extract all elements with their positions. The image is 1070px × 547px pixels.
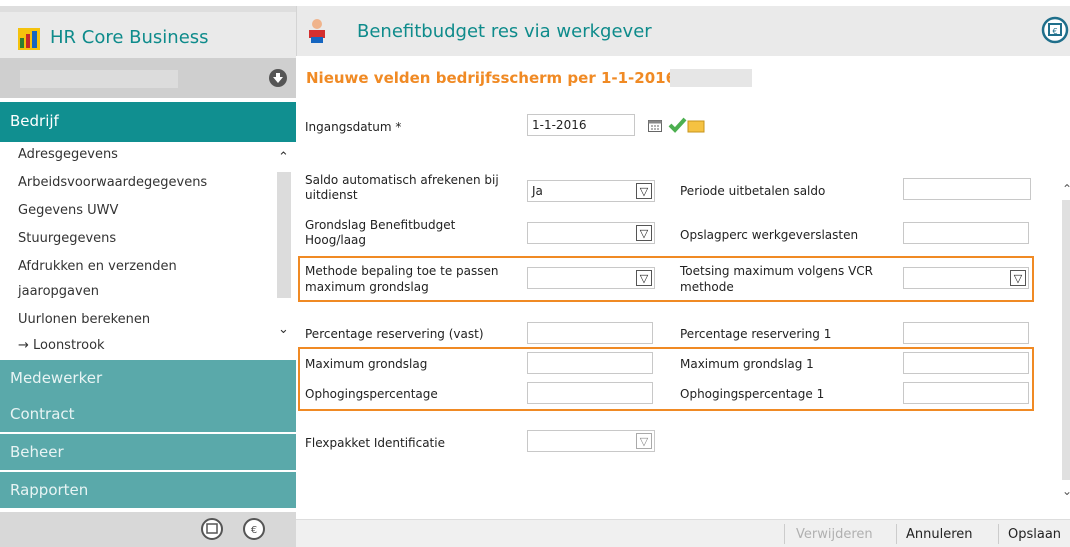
ingangsdatum-label: Ingangsdatum * [305, 120, 402, 134]
perc-vast-input[interactable] [527, 322, 653, 344]
nav-rapporten-label: Rapporten [10, 481, 89, 499]
sidebar-section-bedrijf[interactable]: Bedrijf [0, 102, 296, 142]
sidebar-item-loonstrook[interactable]: → Loonstrook [18, 338, 105, 353]
divider [784, 524, 785, 544]
calendar-icon[interactable] [648, 119, 662, 132]
saldo-label-2: uitdienst [305, 188, 358, 202]
app-logo-icon [18, 28, 40, 50]
saldo-select[interactable]: Ja ▽ [527, 180, 655, 202]
toetsing-label-1: Toetsing maximum volgens VCR [680, 264, 873, 278]
sidebar-scrollbar[interactable] [277, 172, 291, 298]
methode-select[interactable]: ▽ [527, 267, 655, 289]
ingangsdatum-input[interactable]: 1-1-2016 [527, 114, 635, 136]
search-field[interactable] [20, 70, 178, 88]
saldo-value: Ja [532, 184, 543, 198]
apply-folder-icon[interactable] [668, 116, 708, 134]
methode-label-1: Methode bepaling toe te passen [305, 264, 499, 278]
nav-beheer[interactable]: Beheer [0, 434, 296, 470]
form-scrollbar[interactable] [1062, 200, 1070, 480]
sidebar-item-arbeidsvoorwaarden[interactable]: Arbeidsvoorwaardegegevens [18, 175, 207, 190]
sidebar-section-label: Bedrijf [10, 112, 59, 130]
opslag-label: Opslagperc werkgeverslasten [680, 228, 859, 242]
calendar-euro-footer-icon[interactable] [200, 517, 224, 541]
perc-1-input[interactable] [903, 322, 1029, 344]
perc-vast-label: Percentage reservering (vast) [305, 327, 484, 341]
sidebar-item-adresgegevens[interactable]: Adresgegevens [18, 147, 118, 162]
toetsing-select[interactable]: ▽ [903, 267, 1029, 289]
nav-medewerker[interactable]: Medewerker [0, 360, 296, 396]
cancel-button[interactable]: Annuleren [906, 527, 973, 542]
sidebar-search-bar [0, 58, 296, 98]
ophoging-label: Ophogingspercentage [305, 387, 438, 401]
app-title: HR Core Business [50, 27, 209, 48]
calendar-euro-icon[interactable]: € [1041, 16, 1069, 44]
chevron-down-icon: ▽ [1010, 270, 1026, 286]
nav-rapporten[interactable]: Rapporten [0, 472, 296, 508]
svg-text:€: € [251, 525, 257, 536]
ophoging-input[interactable] [527, 382, 653, 404]
delete-button[interactable]: Verwijderen [796, 527, 873, 542]
heading-placeholder [670, 69, 752, 87]
chevron-down-icon: ▽ [636, 433, 652, 449]
toetsing-label-2: methode [680, 280, 734, 294]
form-scroll-down-icon[interactable]: ⌄ [1062, 484, 1070, 498]
nav-beheer-label: Beheer [10, 443, 64, 461]
sidebar-item-afdrukken-cont[interactable]: jaaropgaven [18, 284, 99, 299]
methode-label-2: maximum grondslag [305, 280, 429, 294]
refresh-euro-icon[interactable]: € [242, 517, 266, 541]
form-scroll-up-icon[interactable]: ⌃ [1062, 182, 1070, 196]
scroll-up-icon[interactable]: ⌃ [278, 150, 289, 165]
sidebar-item-afdrukken[interactable]: Afdrukken en verzenden [18, 259, 177, 274]
saldo-label-1: Saldo automatisch afrekenen bij [305, 173, 499, 187]
chevron-down-icon: ▽ [636, 183, 652, 199]
chevron-down-icon: ▽ [636, 225, 652, 241]
nav-contract[interactable]: Contract [0, 396, 296, 432]
page-heading-bar: Nieuwe velden bedrijfsscherm per 1-1-201… [296, 58, 1070, 98]
svg-text:€: € [1052, 27, 1057, 36]
ophoging-1-input[interactable] [903, 382, 1029, 404]
section-title: Benefitbudget res via werkgever [357, 21, 652, 42]
sidebar-footer: € [0, 512, 296, 547]
nav-contract-label: Contract [10, 405, 75, 423]
divider [896, 524, 897, 544]
page-heading: Nieuwe velden bedrijfsscherm per 1-1-201… [306, 69, 677, 87]
main-form [296, 98, 1070, 519]
save-button[interactable]: Opslaan [1008, 527, 1061, 542]
grondslag-label-2: Hoog/laag [305, 233, 367, 247]
benefit-person-icon [309, 19, 325, 43]
grondslag-label-1: Grondslag Benefitbudget [305, 218, 456, 232]
periode-input[interactable] [903, 178, 1031, 200]
sidebar-item-uwv[interactable]: Gegevens UWV [18, 203, 118, 218]
max-grondslag-1-input[interactable] [903, 352, 1029, 374]
chevron-down-icon: ▽ [636, 270, 652, 286]
sidebar-item-stuurgegevens[interactable]: Stuurgegevens [18, 231, 116, 246]
sidebar-item-uurlonen[interactable]: Uurlonen berekenen [18, 312, 150, 327]
max-grondslag-input[interactable] [527, 352, 653, 374]
opslag-input[interactable] [903, 222, 1029, 244]
max-grondslag-1-label: Maximum grondslag 1 [680, 357, 814, 371]
divider [998, 524, 999, 544]
flexpakket-label: Flexpakket Identificatie [305, 436, 445, 450]
ophoging-1-label: Ophogingspercentage 1 [680, 387, 825, 401]
nav-medewerker-label: Medewerker [10, 369, 103, 387]
perc-1-label: Percentage reservering 1 [680, 327, 832, 341]
periode-label: Periode uitbetalen saldo [680, 184, 826, 198]
section-header: Benefitbudget res via werkgever € [296, 6, 1070, 56]
ingangsdatum-value: 1-1-2016 [532, 118, 587, 132]
scroll-down-icon[interactable]: ⌄ [278, 322, 289, 337]
max-grondslag-label: Maximum grondslag [305, 357, 428, 371]
flexpakket-select[interactable]: ▽ [527, 430, 655, 452]
collapse-down-icon[interactable] [268, 68, 288, 88]
grondslag-select[interactable]: ▽ [527, 222, 655, 244]
